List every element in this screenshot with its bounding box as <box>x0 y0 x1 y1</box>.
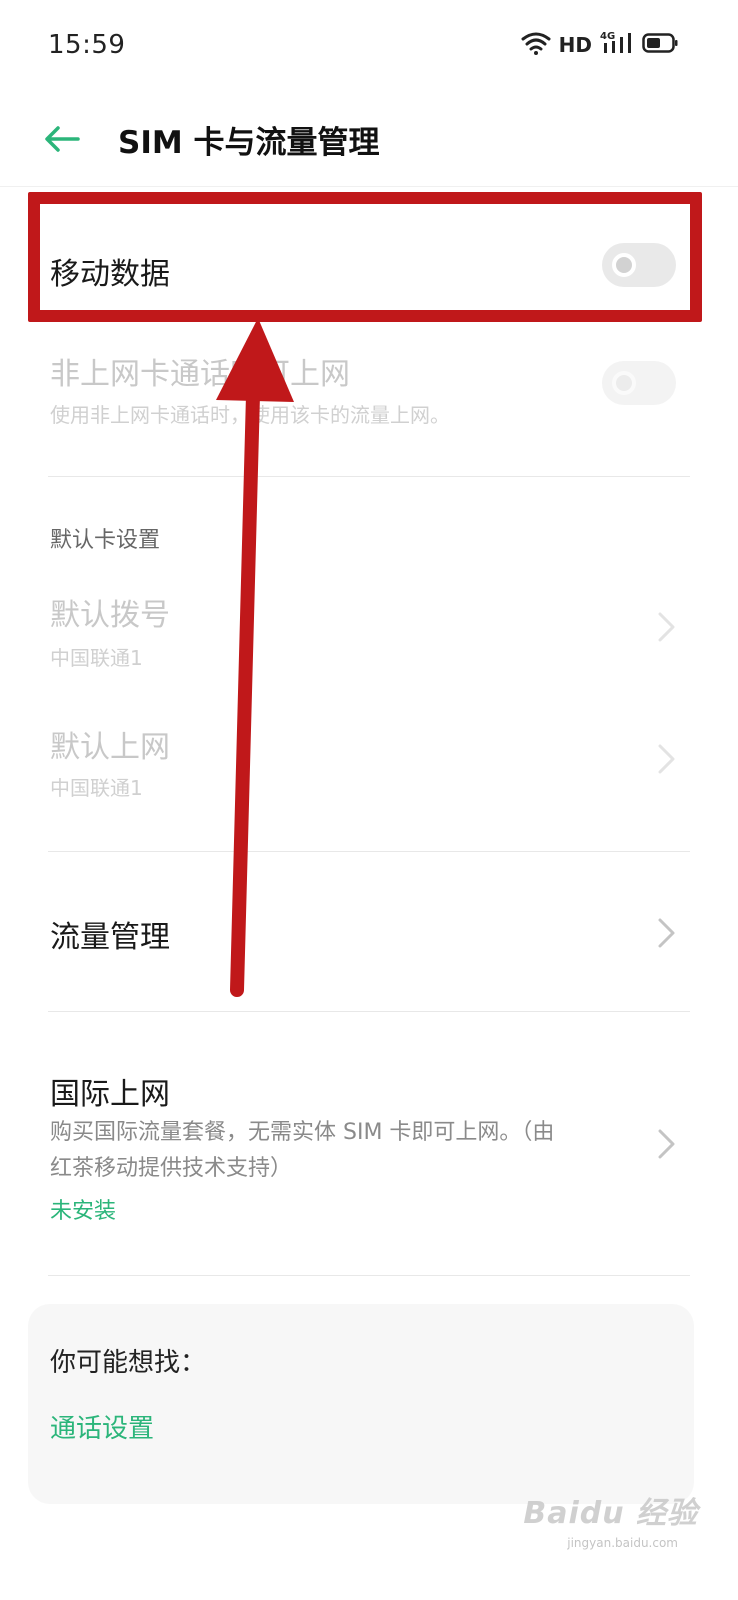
status-bar: 15:59 HD 4G <box>0 0 738 90</box>
international-status: 未安装 <box>50 1199 117 1224</box>
default-data-row[interactable]: 默认上网 中国联通1 <box>0 712 738 822</box>
svg-text:4G: 4G <box>600 31 615 42</box>
chevron-right-icon <box>658 1129 675 1159</box>
header: SIM 卡与流量管理 <box>0 95 738 187</box>
suggestions-title: 你可能想找： <box>50 1348 207 1378</box>
divider <box>48 476 690 477</box>
default-dial-title: 默认拨号 <box>50 598 170 633</box>
international-title: 国际上网 <box>50 1077 170 1112</box>
watermark-url: jingyan.baidu.com <box>567 1536 678 1550</box>
arrow-left-icon <box>45 126 80 152</box>
data-management-title: 流量管理 <box>50 920 170 955</box>
chevron-right-icon <box>658 612 675 642</box>
battery-icon <box>642 32 678 58</box>
toggle-knob <box>612 371 636 395</box>
divider <box>48 851 690 852</box>
status-icons: HD 4G <box>521 30 678 60</box>
divider <box>48 1011 690 1012</box>
back-button[interactable] <box>40 117 84 161</box>
section-label-default-card: 默认卡设置 <box>50 528 161 553</box>
non-data-card-row[interactable]: 非上网卡通话时可上网 使用非上网卡通话时，使用该卡的流量上网。 <box>0 335 738 455</box>
chevron-right-icon <box>658 744 675 774</box>
international-description-line2: 红茶移动提供技术支持） <box>50 1156 293 1181</box>
non-data-card-title: 非上网卡通话时可上网 <box>50 357 350 392</box>
chevron-right-icon <box>658 918 675 948</box>
annotation-highlight-box <box>28 192 702 322</box>
watermark-logo: Baidu 经验 <box>523 1496 698 1531</box>
suggestion-link-call-settings[interactable]: 通话设置 <box>50 1408 154 1445</box>
international-row[interactable]: 国际上网 购买国际流量套餐，无需实体 SIM 卡即可上网。（由 红茶移动提供技术… <box>0 1055 738 1255</box>
non-data-card-toggle[interactable] <box>602 361 676 405</box>
data-management-row[interactable]: 流量管理 <box>0 880 738 990</box>
default-dial-row[interactable]: 默认拨号 中国联通1 <box>0 580 738 690</box>
signal-icon: 4G <box>600 29 634 61</box>
non-data-card-subtitle: 使用非上网卡通话时，使用该卡的流量上网。 <box>50 403 450 427</box>
default-data-value: 中国联通1 <box>50 776 143 800</box>
default-dial-value: 中国联通1 <box>50 646 143 670</box>
page-title: SIM 卡与流量管理 <box>118 125 380 161</box>
suggestions-card: 你可能想找： 通话设置 <box>28 1304 694 1504</box>
divider <box>48 1275 690 1276</box>
default-data-title: 默认上网 <box>50 730 170 765</box>
wifi-icon <box>521 31 551 59</box>
international-description-line1: 购买国际流量套餐，无需实体 SIM 卡即可上网。（由 <box>50 1120 555 1145</box>
status-time: 15:59 <box>48 30 126 60</box>
hd-label: HD <box>558 33 592 57</box>
settings-screen: 15:59 HD 4G SIM 卡与流量管理 移动数据 非上网卡通话时可上网 使… <box>0 0 738 1600</box>
